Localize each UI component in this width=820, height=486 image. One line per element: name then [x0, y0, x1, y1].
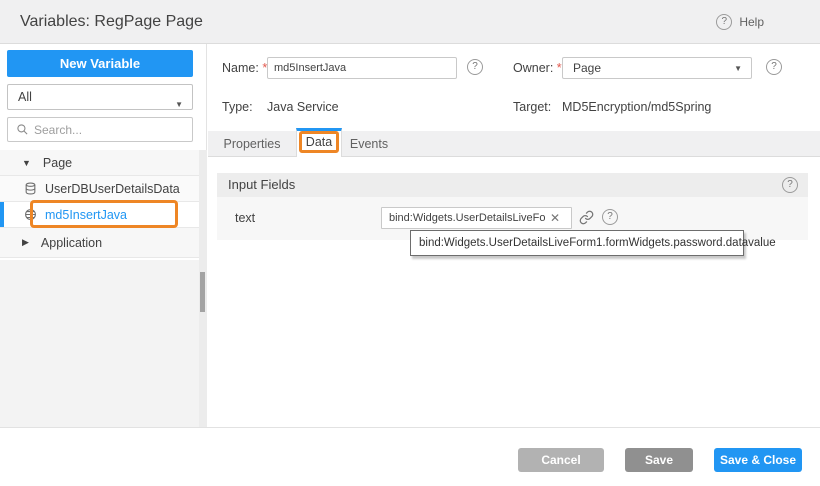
tree-group-application[interactable]: ▶ Application	[0, 228, 199, 258]
required-mark: *	[557, 61, 562, 75]
name-label: Name: *	[222, 61, 267, 75]
save-and-close-button[interactable]: Save & Close	[714, 448, 802, 472]
bind-link-icon[interactable]	[579, 210, 594, 225]
selected-indicator	[0, 202, 4, 227]
caret-down-icon: ▼	[734, 59, 742, 79]
search-input[interactable]	[34, 123, 174, 137]
sidebar-scrollbar[interactable]	[199, 150, 207, 427]
caret-down-icon: ▼	[175, 93, 183, 117]
tree-item-md5insertjava[interactable]: md5InsertJava	[0, 202, 199, 228]
owner-label: Owner: *	[513, 61, 562, 75]
page-title: Variables: RegPage Page	[20, 0, 203, 44]
variables-dialog: Variables: RegPage Page ? Help New Varia…	[0, 0, 820, 486]
type-value: Java Service	[267, 100, 339, 114]
help-label: Help	[739, 15, 764, 29]
filter-value: All	[18, 90, 32, 104]
target-label: Target:	[513, 100, 551, 114]
bind-expression-tooltip: bind:Widgets.UserDetailsLiveForm1.formWi…	[410, 230, 744, 256]
tree-item-userdbuserdetailsdata[interactable]: UserDBUserDetailsData	[0, 176, 199, 202]
database-icon	[24, 182, 37, 195]
name-help-icon[interactable]: ?	[467, 59, 483, 75]
save-button[interactable]: Save	[625, 448, 693, 472]
tab-data[interactable]: Data	[296, 128, 342, 157]
owner-help-icon[interactable]: ?	[766, 59, 782, 75]
tree-item-label: md5InsertJava	[45, 208, 127, 222]
help-icon: ?	[716, 14, 732, 30]
tree-group-page[interactable]: ▼ Page	[0, 150, 199, 176]
tree-group-label: Page	[43, 156, 72, 170]
annotation-highlight-box: Data	[299, 131, 339, 153]
help-button[interactable]: ? Help	[716, 14, 764, 30]
caret-right-icon: ▶	[22, 237, 29, 248]
caret-down-icon: ▼	[22, 158, 31, 168]
tab-properties[interactable]: Properties	[208, 131, 296, 157]
section-title: Input Fields	[228, 177, 295, 192]
tree-item-label: UserDBUserDetailsData	[45, 182, 180, 196]
bind-expression-value: bind:Widgets.UserDetailsLiveForm1.fo	[382, 212, 545, 224]
search-box	[7, 117, 193, 142]
variables-sidebar: New Variable All ▼ ▼ Page UserDBUserDeta…	[0, 44, 207, 427]
scrollbar-thumb[interactable]	[200, 272, 205, 312]
dialog-footer: Cancel Save Save & Close	[0, 427, 820, 486]
input-fields-header: Input Fields ?	[217, 173, 808, 197]
cancel-button[interactable]: Cancel	[518, 448, 604, 472]
field-name-label: text	[235, 211, 255, 225]
sidebar-empty-area	[0, 260, 199, 427]
service-icon	[24, 208, 37, 221]
bind-expression-input[interactable]: bind:Widgets.UserDetailsLiveForm1.fo ✕	[381, 207, 572, 229]
new-variable-button[interactable]: New Variable	[7, 50, 193, 77]
dialog-header: Variables: RegPage Page ? Help	[0, 0, 820, 44]
tab-events[interactable]: Events	[342, 131, 396, 157]
owner-value: Page	[573, 61, 601, 75]
type-label: Type:	[222, 100, 253, 114]
search-icon	[16, 123, 29, 136]
name-input[interactable]	[267, 57, 457, 79]
filter-dropdown[interactable]: All ▼	[7, 84, 193, 110]
variables-tree: ▼ Page UserDBUserDetailsData md5InsertJa…	[0, 150, 199, 258]
target-value: MD5Encryption/md5Spring	[562, 100, 711, 114]
section-help-icon[interactable]: ?	[782, 177, 798, 193]
field-help-icon[interactable]: ?	[602, 209, 618, 225]
clear-binding-icon[interactable]: ✕	[545, 211, 565, 225]
tab-bar: Properties Data Events	[208, 131, 820, 157]
owner-dropdown[interactable]: Page ▼	[562, 57, 752, 79]
tree-group-label: Application	[41, 236, 102, 250]
